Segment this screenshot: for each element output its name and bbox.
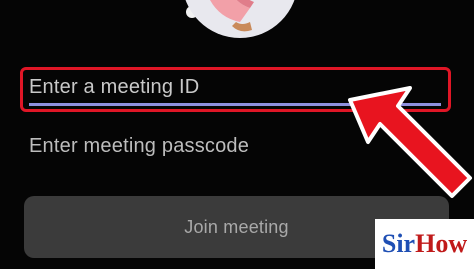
red-arrow-icon — [348, 86, 472, 198]
sirhow-logo: Sir How — [375, 219, 474, 269]
logo-sir-text: Sir — [381, 229, 416, 258]
join-meeting-screen: Enter a meeting ID Enter meeting passcod… — [0, 0, 474, 269]
person-illustration — [185, 0, 295, 38]
logo-how-text: How — [415, 229, 468, 258]
meeting-passcode-input[interactable]: Enter meeting passcode — [29, 135, 249, 158]
join-meeting-label: Join meeting — [184, 216, 289, 237]
